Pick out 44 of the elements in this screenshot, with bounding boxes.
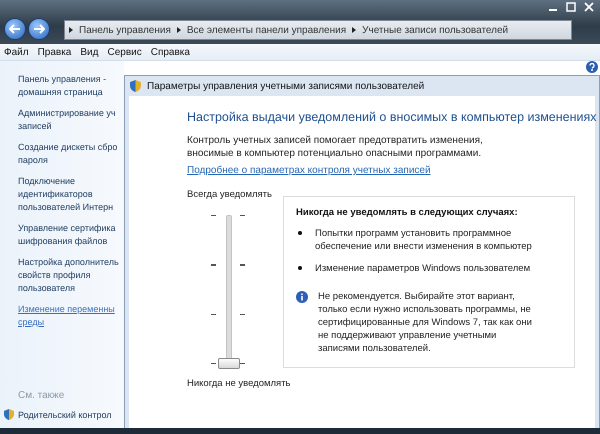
breadcrumb[interactable]: Панель управления — [79, 24, 171, 36]
parental-control-link[interactable]: Родительский контрол — [4, 409, 124, 420]
sidebar-link[interactable]: Изменение переменны среды — [18, 303, 124, 329]
menu-item[interactable]: Сервис — [107, 46, 142, 58]
slider-bottom-label: Никогда не уведомлять — [187, 377, 290, 390]
breadcrumb[interactable]: Учетные записи пользователей — [362, 24, 508, 36]
sidebar-link[interactable]: Администрирование уч записей — [18, 107, 124, 133]
description-text: Контроль учетных записей помогает предотвратить изменения, вносимые в компьютер потенциально опасными программами. — [187, 134, 484, 160]
shield-icon — [130, 80, 141, 92]
menu-item[interactable]: Справка — [150, 46, 190, 58]
slider-thumb[interactable] — [218, 358, 240, 369]
close-icon[interactable] — [584, 2, 594, 12]
right-arrow-icon — [33, 24, 45, 34]
sidebar-link[interactable]: Управление сертифика шифрования файлов — [18, 222, 124, 248]
chevron-icon — [352, 27, 356, 33]
sidebar-link[interactable]: Панель управления - домашняя страница — [18, 73, 124, 99]
maximize-icon[interactable] — [566, 2, 576, 12]
left-arrow-icon — [9, 24, 21, 34]
menu-item[interactable]: Файл — [4, 46, 29, 58]
shield-icon — [4, 409, 14, 420]
sidebar-link[interactable]: Создание дискеты сбро пароля — [18, 141, 124, 167]
bullet-text: Изменение параметров Windows пользователем — [315, 262, 530, 275]
back-button[interactable] — [4, 18, 26, 40]
slider-top-label: Всегда уведомлять — [187, 188, 272, 201]
chevron-icon — [69, 27, 73, 33]
info-icon — [296, 291, 308, 303]
forward-button[interactable] — [28, 18, 50, 40]
bullet-icon — [298, 231, 302, 235]
note-text: Не рекомендуется. Выбирайте этот вариант, только если нужно использовать программы, не сертифицированные для Windows 7, так как они не поддерживают управление учетными записями пользователей. — [318, 290, 533, 355]
help-link[interactable]: Подробнее о параметрах контроля учетных записей — [187, 165, 431, 176]
chevron-icon — [176, 27, 181, 33]
menu-item[interactable]: Вид — [80, 46, 98, 58]
dialog-heading: Настройка выдачи уведомлений о вносимых в компьютер изменениях — [187, 110, 595, 124]
sidebar-link[interactable]: Подключение идентификаторов пользователей Интерн — [18, 175, 124, 214]
sidebar-link[interactable]: Настройка дополнитель свойств профиля пользователя — [18, 256, 124, 295]
bullet-icon — [298, 266, 302, 270]
address-bar[interactable]: Панель управления Все элементы панели управления Учетные записи пользователей — [64, 20, 572, 40]
see-also-label: См. также — [18, 390, 66, 401]
menu-item[interactable]: Правка — [38, 46, 72, 58]
info-heading: Никогда не уведомлять в следующих случаях: — [296, 207, 519, 218]
dialog-title: Параметры управления учетными записями пользователей — [147, 80, 424, 92]
breadcrumb[interactable]: Все элементы панели управления — [186, 24, 346, 36]
help-icon[interactable] — [586, 61, 598, 73]
bullet-text: Попытки программ установить программное обеспечение или внести изменения в компьютер — [315, 227, 533, 253]
